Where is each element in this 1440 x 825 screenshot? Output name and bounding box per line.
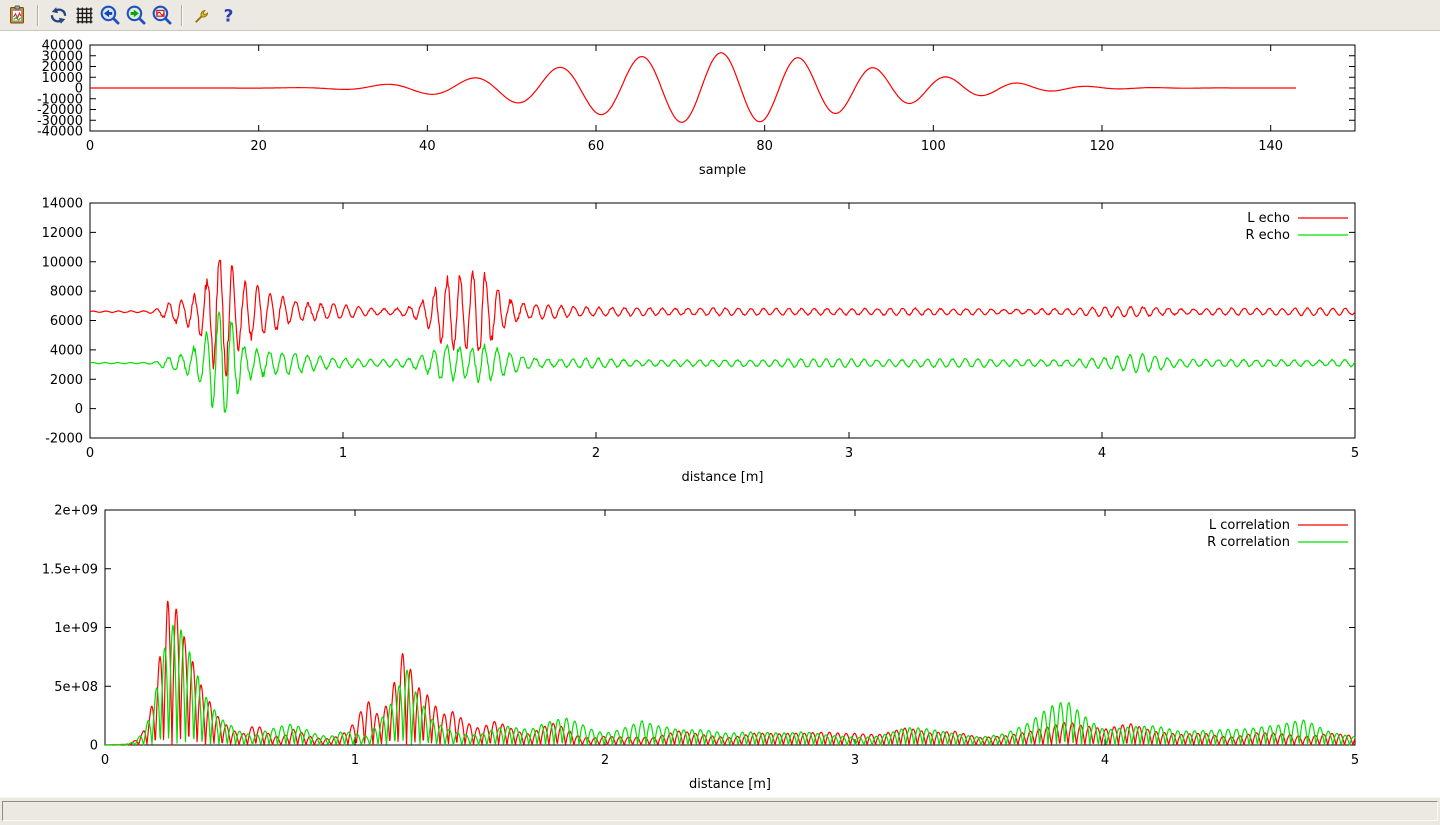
apply-autoscale-button[interactable] bbox=[149, 2, 175, 28]
toolbar-separator bbox=[181, 5, 183, 26]
legend-label: R echo bbox=[1245, 228, 1290, 243]
series-r-echo-line bbox=[90, 312, 1355, 412]
replot-button[interactable] bbox=[45, 2, 71, 28]
zoom-previous-button[interactable] bbox=[97, 2, 123, 28]
x-tick-label: 4 bbox=[1098, 446, 1106, 461]
x-tick-label: 80 bbox=[756, 139, 773, 154]
wrench-icon bbox=[193, 6, 212, 25]
y-tick-label: 4000 bbox=[50, 343, 83, 358]
y-tick-label: 12000 bbox=[42, 226, 83, 241]
zoom-previous-icon bbox=[100, 5, 120, 25]
chart-echo: 01234514000120001000080006000400020000-2… bbox=[42, 197, 1360, 486]
x-tick-label: 1 bbox=[339, 446, 347, 461]
x-tick-label: 3 bbox=[845, 446, 853, 461]
legend-label: R correlation bbox=[1207, 535, 1290, 550]
y-tick-label: 5e+08 bbox=[54, 680, 98, 695]
plot-canvas[interactable]: 020406080100120140400003000020000100000-… bbox=[0, 31, 1440, 797]
chart-pulse: 020406080100120140400003000020000100000-… bbox=[37, 39, 1355, 179]
y-tick-label: 2000 bbox=[50, 373, 83, 388]
x-tick-label: 3 bbox=[851, 753, 859, 768]
chart-correlation-legend: L correlation R correlation bbox=[1207, 518, 1348, 550]
x-axis-label: distance [m] bbox=[681, 470, 763, 485]
grid-icon bbox=[75, 6, 94, 25]
x-tick-label: 5 bbox=[1351, 753, 1359, 768]
x-axis-label: distance [m] bbox=[689, 777, 771, 792]
svg-text:?: ? bbox=[223, 6, 233, 25]
help-icon: ? bbox=[219, 6, 238, 25]
x-tick-label: 1 bbox=[351, 753, 359, 768]
series-pulse-line bbox=[90, 53, 1296, 123]
x-tick-label: 0 bbox=[101, 753, 109, 768]
x-tick-label: 140 bbox=[1258, 139, 1283, 154]
y-tick-label: 8000 bbox=[50, 285, 83, 300]
chart-correlation: 0 1 2 3 4 5 2e+09 1.5e+09 1e+09 5e+08 0 distance [m… bbox=[42, 504, 1359, 793]
x-tick-label: 2 bbox=[592, 446, 600, 461]
x-tick-label: 0 bbox=[86, 139, 94, 154]
clipboard-icon bbox=[8, 5, 28, 25]
chart-correlation-frame bbox=[105, 510, 1355, 745]
configure-terminal-button[interactable] bbox=[189, 2, 215, 28]
x-tick-label: 60 bbox=[588, 139, 605, 154]
y-tick-label: 6000 bbox=[50, 314, 83, 329]
chart-echo-legend: L echo R echo bbox=[1245, 211, 1348, 243]
x-tick-label: 20 bbox=[250, 139, 267, 154]
y-tick-label: 10000 bbox=[42, 255, 83, 270]
series-r-correlation-line bbox=[105, 625, 1355, 745]
zoom-next-button[interactable] bbox=[123, 2, 149, 28]
status-bar bbox=[0, 797, 1440, 825]
y-tick-label: 0 bbox=[90, 739, 98, 754]
y-tick-label: -40000 bbox=[37, 125, 83, 140]
copy-to-clipboard-button[interactable] bbox=[5, 2, 31, 28]
legend-label: L correlation bbox=[1209, 518, 1290, 533]
x-tick-label: 40 bbox=[419, 139, 436, 154]
status-field bbox=[2, 801, 1438, 821]
legend-label: L echo bbox=[1247, 211, 1290, 226]
zoom-autoscale-icon bbox=[152, 5, 172, 25]
y-tick-label: 0 bbox=[75, 402, 83, 417]
zoom-next-icon bbox=[126, 5, 146, 25]
y-tick-label: 1e+09 bbox=[54, 621, 98, 636]
help-button[interactable]: ? bbox=[215, 2, 241, 28]
x-tick-label: 2 bbox=[601, 753, 609, 768]
series-l-correlation-line bbox=[105, 601, 1355, 745]
x-tick-label: 4 bbox=[1101, 753, 1109, 768]
toggle-grid-button[interactable] bbox=[71, 2, 97, 28]
chart-echo-frame bbox=[90, 203, 1355, 438]
x-tick-label: 100 bbox=[921, 139, 946, 154]
toolbar: ? bbox=[0, 0, 1440, 31]
x-tick-label: 120 bbox=[1090, 139, 1115, 154]
x-axis-label: sample bbox=[699, 163, 746, 178]
x-tick-label: 5 bbox=[1351, 446, 1359, 461]
plots-svg[interactable]: 020406080100120140400003000020000100000-… bbox=[0, 31, 1440, 797]
y-tick-label: 1.5e+09 bbox=[42, 562, 98, 577]
y-tick-label: -2000 bbox=[45, 432, 83, 447]
x-tick-label: 0 bbox=[86, 446, 94, 461]
toolbar-separator bbox=[37, 5, 39, 26]
y-tick-label: 14000 bbox=[42, 197, 83, 212]
replot-icon bbox=[49, 6, 68, 25]
y-tick-label: 2e+09 bbox=[54, 504, 98, 519]
